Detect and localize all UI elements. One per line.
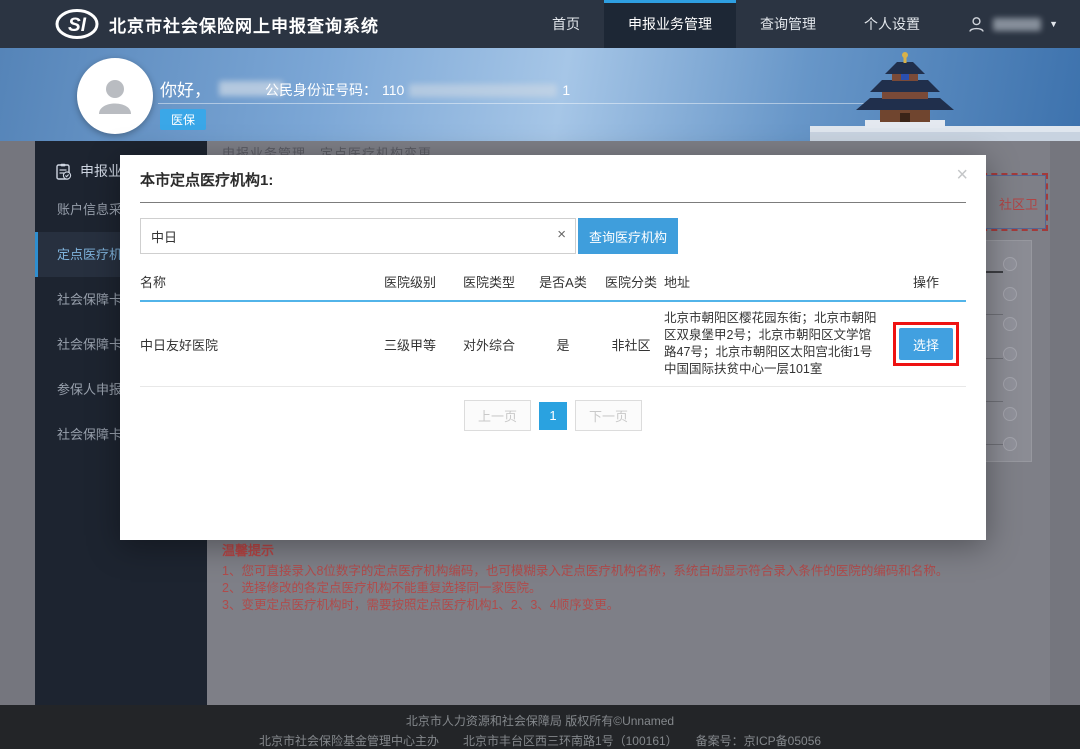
logo-text: SI — [68, 15, 87, 36]
radio-icon[interactable] — [1003, 437, 1017, 451]
brand: SI 北京市社会保险网上申报查询系统 — [55, 0, 379, 48]
hero-divider — [158, 103, 872, 104]
red-highlight-annotation: 选择 — [893, 322, 959, 366]
user-name-blurred — [993, 18, 1041, 31]
pagination: 上一页 1 下一页 — [140, 400, 966, 431]
footer: 北京市人力资源和社会保障局 版权所有©Unnamed 北京市社会保险基金管理中心… — [0, 705, 1080, 749]
modal-title: 本市定点医疗机构1: — [140, 155, 966, 190]
clear-input-icon[interactable]: × — [557, 227, 566, 242]
medical-institution-modal: 本市定点医疗机构1: × × 查询医疗机构 名称 医院级别 医院类型 是否A类 … — [120, 155, 986, 540]
user-icon — [968, 16, 985, 33]
cell-a-class: 是 — [528, 335, 598, 354]
main-nav: 首页 申报业务管理 查询管理 个人设置 — [528, 0, 944, 48]
cell-action: 选择 — [886, 322, 966, 366]
warm-tips-line: 2、选择修改的各定点医疗机构不能重复选择同一家医院。 — [222, 580, 1022, 597]
medical-insurance-badge: 医保 — [160, 109, 206, 130]
cell-category: 非社区 — [598, 335, 664, 354]
col-header-action: 操作 — [886, 272, 966, 291]
clipboard-check-icon — [55, 163, 72, 180]
col-header-address: 地址 — [664, 272, 886, 291]
citizen-id-prefix: 110 — [382, 82, 404, 98]
footer-address: 北京市社会保险基金管理中心主办 北京市丰台区西三环南路1号（100161） 备案… — [0, 729, 1080, 749]
footer-copyright: 北京市人力资源和社会保障局 版权所有©Unnamed — [0, 705, 1080, 729]
si-logo-icon: SI — [55, 8, 99, 40]
cell-type: 对外综合 — [450, 335, 528, 354]
chevron-down-icon: ▼ — [1049, 19, 1058, 29]
current-page-button[interactable]: 1 — [539, 402, 567, 430]
nav-item-home[interactable]: 首页 — [528, 0, 604, 48]
app-window: SI 北京市社会保险网上申报查询系统 首页 申报业务管理 查询管理 个人设置 ▼ — [0, 0, 1080, 749]
radio-icon[interactable] — [1003, 287, 1017, 301]
cell-address: 北京市朝阳区樱花园东街；北京市朝阳区双泉堡甲2号；北京市朝阳区文学馆路47号；北… — [664, 310, 886, 378]
col-header-level: 医院级别 — [370, 272, 450, 291]
warm-tips: 温馨提示 1、您可直接录入8位数字的定点医疗机构编码，也可模糊录入定点医疗机构名… — [222, 540, 1022, 614]
red-box-text: 社区卫 — [999, 194, 1038, 213]
nav-item-query[interactable]: 查询管理 — [736, 0, 840, 48]
table-header-row: 名称 医院级别 医院类型 是否A类 医院分类 地址 操作 — [140, 272, 966, 302]
radio-icon[interactable] — [1003, 407, 1017, 421]
warm-tips-title: 温馨提示 — [222, 540, 1022, 559]
cell-hospital-name: 中日友好医院 — [140, 335, 370, 354]
prev-page-button[interactable]: 上一页 — [464, 400, 531, 431]
top-navbar: SI 北京市社会保险网上申报查询系统 首页 申报业务管理 查询管理 个人设置 ▼ — [0, 0, 1080, 48]
warm-tips-line: 3、变更定点医疗机构时，需要按照定点医疗机构1、2、3、4顺序变更。 — [222, 597, 1022, 614]
temple-of-heaven-image — [810, 48, 1080, 141]
search-row: × 查询医疗机构 — [140, 218, 966, 254]
greeting-text: 你好， — [160, 76, 211, 101]
cell-level: 三级甲等 — [370, 335, 450, 354]
table-row: 中日友好医院 三级甲等 对外综合 是 非社区 北京市朝阳区樱花园东街；北京市朝阳… — [140, 302, 966, 387]
person-icon — [93, 74, 137, 118]
citizen-id-blurred — [409, 84, 557, 97]
radio-icon[interactable] — [1003, 257, 1017, 271]
warm-tips-line: 1、您可直接录入8位数字的定点医疗机构编码，也可模糊录入定点医疗机构名称，系统自… — [222, 563, 1022, 580]
modal-divider — [140, 202, 966, 203]
hospital-search-input[interactable] — [140, 218, 576, 254]
next-page-button[interactable]: 下一页 — [575, 400, 642, 431]
radio-icon[interactable] — [1003, 317, 1017, 331]
system-title: 北京市社会保险网上申报查询系统 — [109, 12, 379, 37]
citizen-id-row: 公民身份证号码： 110 1 — [265, 80, 570, 100]
nav-item-personal-settings[interactable]: 个人设置 — [840, 0, 944, 48]
col-header-category: 医院分类 — [598, 272, 664, 291]
select-button[interactable]: 选择 — [899, 328, 953, 360]
nav-item-declare-business[interactable]: 申报业务管理 — [604, 0, 736, 48]
radio-icon[interactable] — [1003, 347, 1017, 361]
citizen-id-suffix: 1 — [562, 82, 570, 98]
search-wrap: × — [140, 218, 576, 254]
col-header-a-class: 是否A类 — [528, 272, 598, 291]
avatar — [77, 58, 153, 134]
user-menu[interactable]: ▼ — [968, 0, 1058, 48]
close-icon[interactable]: × — [956, 165, 968, 185]
query-hospital-button[interactable]: 查询医疗机构 — [578, 218, 678, 254]
col-header-name: 名称 — [140, 272, 370, 291]
col-header-type: 医院类型 — [450, 272, 528, 291]
hero-banner: 你好， 公民身份证号码： 110 1 医保 — [0, 48, 1080, 141]
radio-icon[interactable] — [1003, 377, 1017, 391]
citizen-id-label: 公民身份证号码： — [265, 80, 377, 100]
